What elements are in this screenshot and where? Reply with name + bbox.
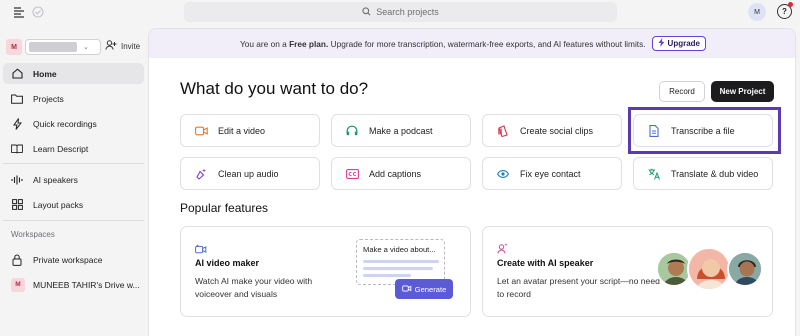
add-user-icon	[105, 40, 117, 52]
feature-title: AI video maker	[195, 258, 260, 268]
preview-line	[363, 267, 433, 270]
lightning-icon	[658, 38, 665, 49]
sidebar: M ⌄ Invite Home Projects Quick recording…	[0, 28, 150, 336]
action-label: Clean up audio	[218, 168, 279, 179]
sidebar-item-layout-packs[interactable]: Layout packs	[3, 194, 144, 215]
generate-button[interactable]: Generate	[395, 279, 453, 299]
waveform-icon	[11, 174, 23, 186]
home-icon	[11, 68, 23, 80]
drive-badge: M	[11, 277, 25, 292]
banner-text: You are on a Free plan. Upgrade for more…	[240, 39, 646, 49]
sidebar-item-ai-speakers[interactable]: AI speakers	[3, 169, 144, 190]
feature-card-ai-speaker[interactable]: Create with AI speaker Let an avatar pre…	[482, 226, 773, 317]
headphones-icon	[345, 124, 359, 138]
upgrade-label: Upgrade	[667, 39, 700, 48]
search-input[interactable]: Search projects	[184, 2, 617, 22]
preview-line	[363, 260, 439, 263]
feature-description: Watch AI make your video with voiceover …	[195, 276, 313, 299]
ai-speaker-icon	[497, 241, 508, 259]
page-title: What do you want to do?	[180, 79, 369, 98]
action-label: Create social clips	[520, 125, 594, 136]
sparkle-mic-icon	[194, 167, 208, 181]
grid-icon	[11, 199, 23, 211]
ai-video-icon	[401, 284, 412, 294]
feature-card-ai-video-maker[interactable]: AI video maker Watch AI make your video …	[180, 226, 471, 317]
prompt-preview-text: Make a video about...	[363, 245, 436, 254]
action-translate-dub-video[interactable]: Translate & dub video	[633, 157, 773, 190]
action-fix-eye-contact[interactable]: Fix eye contact	[482, 157, 622, 190]
sidebar-item-learn-descript[interactable]: Learn Descript	[3, 138, 144, 159]
action-label: Translate & dub video	[671, 168, 759, 179]
workspace-name-redacted	[29, 42, 77, 52]
preview-line	[363, 274, 411, 277]
feature-description: Let an avatar present your script—no nee…	[497, 276, 660, 299]
sidebar-item-label: MUNEEB TAHIR's Drive w...	[33, 279, 140, 290]
social-clip-icon	[496, 124, 510, 138]
user-avatar[interactable]: M	[748, 3, 766, 21]
invite-label: Invite	[121, 41, 141, 51]
divider	[3, 163, 144, 164]
search-icon	[362, 6, 371, 18]
folder-icon	[11, 93, 23, 105]
ai-video-icon	[195, 241, 207, 259]
captions-icon	[345, 167, 359, 181]
action-make-podcast[interactable]: Make a podcast	[331, 114, 471, 147]
action-create-social-clips[interactable]: Create social clips	[482, 114, 622, 147]
workspace-badge: M	[6, 39, 22, 55]
sidebar-item-label: Layout packs	[33, 199, 84, 210]
sidebar-item-private-workspace[interactable]: Private workspace	[3, 249, 144, 270]
upgrade-banner: You are on a Free plan. Upgrade for more…	[149, 29, 795, 58]
action-label: Fix eye contact	[520, 168, 581, 179]
action-label: Add captions	[369, 168, 422, 179]
popular-features-heading: Popular features	[180, 201, 269, 215]
search-placeholder: Search projects	[376, 7, 439, 17]
avatar-preview-2	[687, 247, 731, 291]
invite-button[interactable]: Invite	[105, 40, 140, 52]
sync-status-icon	[31, 5, 45, 19]
action-label: Make a podcast	[369, 125, 433, 136]
notification-dot	[788, 2, 793, 7]
sidebar-toggle-icon[interactable]	[12, 5, 26, 19]
workspace-switcher[interactable]: M ⌄	[6, 38, 101, 56]
main-panel: You are on a Free plan. Upgrade for more…	[148, 28, 796, 336]
sidebar-item-projects[interactable]: Projects	[3, 88, 144, 109]
sidebar-item-label: Projects	[33, 93, 64, 104]
workspace-dropdown[interactable]: ⌄	[25, 39, 101, 55]
sidebar-item-drive[interactable]: M MUNEEB TAHIR's Drive w...	[3, 274, 144, 295]
divider	[3, 220, 144, 221]
avatar-preview-3	[727, 251, 763, 287]
sidebar-item-label: Learn Descript	[33, 143, 89, 154]
workspaces-heading: Workspaces	[11, 230, 55, 239]
translate-icon	[647, 167, 661, 181]
sidebar-item-label: Quick recordings	[33, 118, 97, 129]
highlight-box	[628, 107, 781, 154]
book-icon	[11, 143, 23, 155]
eye-icon	[496, 167, 510, 181]
sidebar-item-home[interactable]: Home	[3, 63, 144, 84]
sidebar-item-label: Private workspace	[33, 254, 103, 265]
chevron-down-icon: ⌄	[83, 44, 89, 51]
sidebar-item-quick-recordings[interactable]: Quick recordings	[3, 113, 144, 134]
video-camera-icon	[194, 124, 208, 138]
lightning-icon	[11, 117, 23, 130]
sidebar-item-label: AI speakers	[33, 174, 78, 185]
top-bar: Search projects M ?	[0, 0, 800, 26]
action-clean-up-audio[interactable]: Clean up audio	[180, 157, 320, 190]
upgrade-button[interactable]: Upgrade	[651, 36, 706, 51]
lock-icon	[11, 254, 23, 266]
feature-title: Create with AI speaker	[497, 258, 594, 268]
new-project-button[interactable]: New Project	[711, 81, 774, 102]
banner-prefix: You are on a	[240, 38, 287, 49]
action-label: Edit a video	[218, 125, 266, 136]
banner-plan: Free plan.	[289, 38, 329, 49]
sidebar-item-label: Home	[33, 68, 57, 79]
action-edit-video[interactable]: Edit a video	[180, 114, 320, 147]
banner-suffix: Upgrade for more transcription, watermar…	[330, 38, 646, 49]
action-add-captions[interactable]: Add captions	[331, 157, 471, 190]
record-button[interactable]: Record	[659, 81, 705, 102]
generate-label: Generate	[414, 284, 447, 294]
